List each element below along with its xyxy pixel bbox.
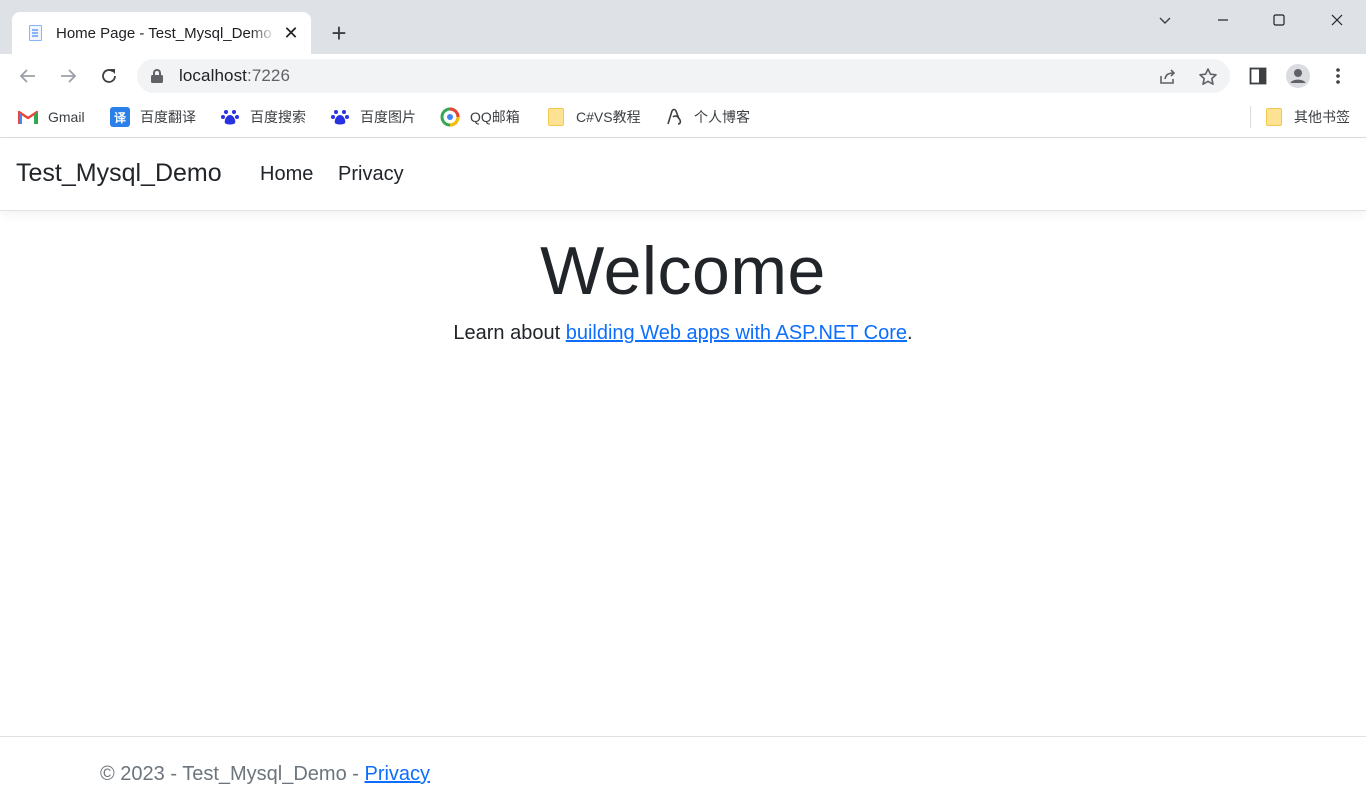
page-title: Welcome — [540, 233, 826, 309]
bookmark-label: Gmail — [48, 109, 85, 125]
bookmark-folder-csharp[interactable]: C#VS教程 — [546, 106, 641, 128]
window-close-icon[interactable] — [1314, 0, 1360, 40]
bookmark-baidu-translate[interactable]: 译 百度翻译 — [110, 106, 196, 128]
page-favicon-icon — [26, 24, 44, 42]
footer-copyright: © 2023 - Test_Mysql_Demo - — [100, 763, 365, 785]
baidu-paw-icon — [330, 107, 350, 127]
forward-arrow-icon[interactable] — [52, 60, 84, 92]
lock-icon[interactable] — [151, 69, 163, 83]
url-port: :7226 — [247, 66, 291, 85]
bookmark-label: C#VS教程 — [576, 109, 641, 125]
learn-paragraph: Learn about building Web apps with ASP.N… — [0, 322, 1366, 345]
share-icon[interactable] — [1157, 66, 1179, 88]
side-panel-icon[interactable] — [1246, 64, 1270, 88]
baidu-paw-icon — [220, 107, 240, 127]
footer-text: © 2023 - Test_Mysql_Demo - Privacy — [100, 763, 430, 786]
folder-icon — [1264, 107, 1284, 127]
bookmark-baidu-images[interactable]: 百度图片 — [330, 106, 416, 128]
reload-icon[interactable] — [93, 60, 125, 92]
back-arrow-icon[interactable] — [12, 60, 44, 92]
qq-mail-icon — [440, 107, 460, 127]
bookmark-gmail[interactable]: Gmail — [18, 106, 85, 128]
bookmark-label: 百度翻译 — [140, 109, 196, 125]
bookmark-qq-mail[interactable]: QQ邮箱 — [440, 106, 520, 128]
learn-prefix: Learn about — [453, 322, 566, 344]
nav-home-link[interactable]: Home — [260, 163, 313, 186]
bookmark-star-icon[interactable] — [1197, 66, 1219, 88]
site-navbar: Test_Mysql_Demo Home Privacy — [0, 139, 1366, 211]
other-bookmarks-label: 其他书签 — [1294, 109, 1350, 125]
bookmark-label: 百度搜索 — [250, 109, 306, 125]
learn-suffix: . — [907, 322, 913, 344]
address-bar[interactable]: localhost:7226 — [137, 59, 1230, 93]
bookmark-label: QQ邮箱 — [470, 109, 520, 125]
browser-tab[interactable]: Home Page - Test_Mysql_Demo ✕ — [12, 12, 311, 54]
bookmark-label: 个人博客 — [694, 109, 750, 125]
bookmark-baidu-search[interactable]: 百度搜索 — [220, 106, 306, 128]
tab-strip: Home Page - Test_Mysql_Demo ✕ + — [0, 0, 1366, 54]
more-menu-icon[interactable] — [1326, 64, 1350, 88]
browser-toolbar: localhost:7226 — [0, 54, 1366, 98]
window-minimize-icon[interactable] — [1200, 0, 1246, 40]
bookmarks-separator — [1250, 106, 1251, 128]
window-maximize-icon[interactable] — [1256, 0, 1302, 40]
other-bookmarks-folder[interactable]: 其他书签 — [1264, 106, 1350, 128]
gmail-icon — [18, 107, 38, 127]
bookmark-label: 百度图片 — [360, 109, 416, 125]
url-text: localhost:7226 — [179, 66, 290, 86]
folder-icon — [546, 107, 566, 127]
site-brand-link[interactable]: Test_Mysql_Demo — [16, 159, 222, 188]
tab-search-chevron-icon[interactable] — [1142, 0, 1188, 40]
new-tab-button[interactable]: + — [324, 18, 354, 48]
bookmark-personal-blog[interactable]: 个人博客 — [664, 106, 750, 128]
bookmarks-bar: Gmail 译 百度翻译 百度搜索 百度图片 QQ邮箱 C#VS教程 个人博客 … — [0, 98, 1366, 138]
tab-close-icon[interactable]: ✕ — [281, 23, 301, 43]
profile-avatar-icon[interactable] — [1286, 64, 1310, 88]
tab-title: Home Page - Test_Mysql_Demo — [56, 24, 272, 42]
site-footer: © 2023 - Test_Mysql_Demo - Privacy — [0, 736, 1366, 811]
blog-icon — [664, 107, 684, 127]
translate-icon: 译 — [110, 107, 130, 127]
aspnet-docs-link[interactable]: building Web apps with ASP.NET Core — [566, 322, 907, 344]
nav-privacy-link[interactable]: Privacy — [338, 163, 404, 186]
url-host: localhost — [179, 66, 247, 85]
footer-privacy-link[interactable]: Privacy — [364, 763, 430, 785]
